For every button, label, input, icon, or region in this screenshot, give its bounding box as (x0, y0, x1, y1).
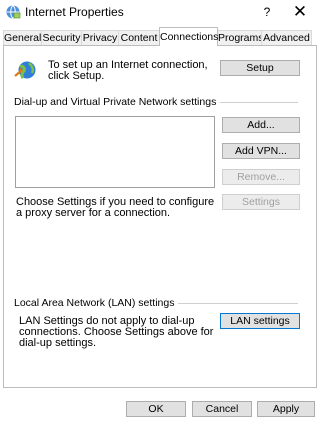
dialup-section-header: Dial-up and Virtual Private Network sett… (14, 96, 221, 108)
add-button[interactable]: Add... (222, 117, 300, 133)
setup-description: To set up an Internet connection, click … (48, 59, 208, 82)
lan-description: LAN Settings do not apply to dial-up con… (19, 315, 214, 349)
connections-listbox[interactable] (15, 116, 215, 188)
window-title: Internet Properties (25, 5, 124, 19)
setup-button[interactable]: Setup (220, 60, 300, 76)
tab-advanced[interactable]: Advanced (261, 30, 312, 46)
help-button[interactable]: ? (255, 2, 279, 22)
tab-security[interactable]: Security (41, 30, 82, 46)
tab-content[interactable]: Content (118, 30, 160, 46)
ok-button[interactable]: OK (126, 401, 186, 417)
tab-general[interactable]: General (3, 30, 42, 46)
add-vpn-button[interactable]: Add VPN... (222, 143, 300, 159)
internet-properties-icon (6, 5, 21, 19)
tab-connections[interactable]: Connections (159, 27, 218, 46)
remove-button[interactable]: Remove... (222, 169, 300, 185)
tab-programs[interactable]: Programs (217, 30, 264, 46)
title-bar: Internet Properties ? ✕ (0, 0, 320, 24)
tab-privacy[interactable]: Privacy (81, 30, 119, 46)
close-button[interactable]: ✕ (285, 2, 315, 22)
cancel-button[interactable]: Cancel (192, 401, 252, 417)
apply-button[interactable]: Apply (257, 401, 315, 417)
globe-setup-icon (14, 61, 36, 80)
lan-section-header: Local Area Network (LAN) settings (14, 297, 179, 309)
settings-button[interactable]: Settings (222, 194, 300, 210)
proxy-description: Choose Settings if you need to configure… (16, 196, 215, 219)
lan-settings-button[interactable]: LAN settings (220, 313, 300, 329)
